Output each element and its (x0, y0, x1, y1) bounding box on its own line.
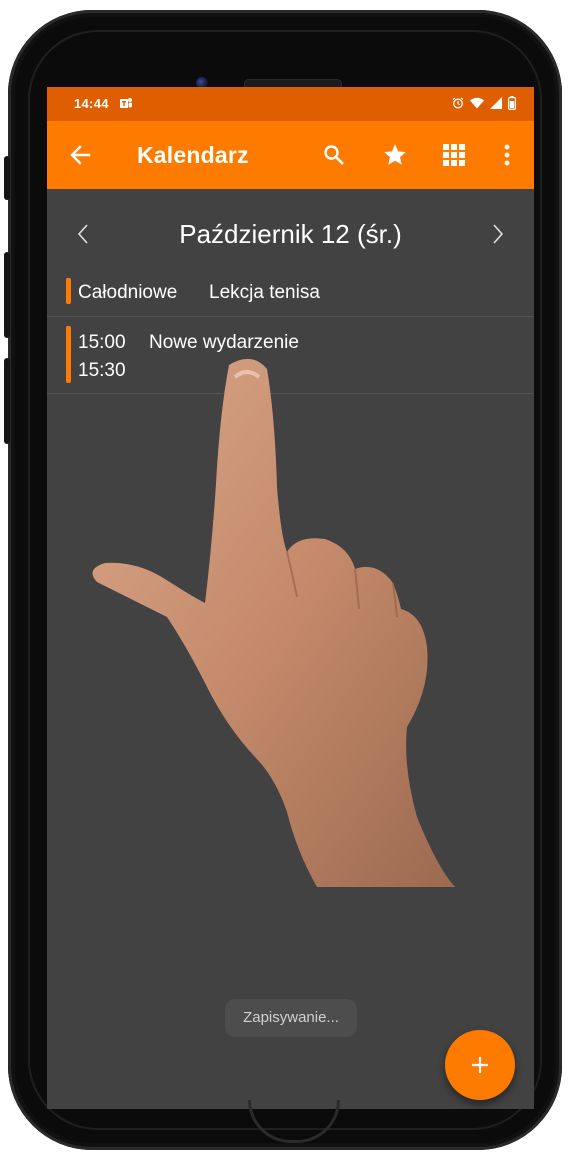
plus-icon (472, 1057, 488, 1073)
event-color-bar (66, 278, 71, 304)
add-event-button[interactable] (445, 1030, 515, 1100)
grid-icon (443, 144, 465, 166)
favorites-button[interactable] (381, 141, 409, 169)
app-title: Kalendarz (137, 142, 249, 168)
volume-down-button (4, 358, 10, 444)
date-title[interactable]: Październik 12 (śr.) (47, 219, 534, 250)
status-time: 14:44 (74, 96, 109, 111)
back-arrow-icon[interactable] (67, 141, 95, 169)
volume-up-button (4, 252, 10, 338)
signal-icon (490, 97, 502, 109)
view-grid-button[interactable] (440, 141, 468, 169)
mute-switch (4, 156, 10, 200)
app-bar: Kalendarz (47, 121, 534, 189)
more-vert-icon (504, 144, 510, 166)
star-icon (384, 144, 406, 165)
all-day-event-row[interactable]: Całodniowe Lekcja tenisa (47, 266, 534, 317)
battery-icon (508, 96, 516, 110)
alarm-icon (452, 97, 464, 109)
teams-icon (120, 98, 132, 108)
event-title: Lekcja tenisa (209, 282, 320, 303)
status-icons (452, 96, 516, 110)
all-day-label: Całodniowe (78, 282, 178, 303)
overflow-menu-button[interactable] (493, 141, 521, 169)
status-bar: 14:44 (47, 87, 534, 121)
screen: 14:44 Kalendarz Październik 12 (śr.) Cał… (47, 87, 534, 1109)
pointing-hand-image (92, 358, 455, 887)
event-color-bar (66, 326, 71, 383)
search-button[interactable] (320, 141, 348, 169)
saving-toast: Zapisywanie... (225, 999, 357, 1037)
search-icon (324, 145, 344, 165)
chevron-right-icon[interactable] (488, 219, 508, 249)
wifi-icon (470, 97, 484, 109)
